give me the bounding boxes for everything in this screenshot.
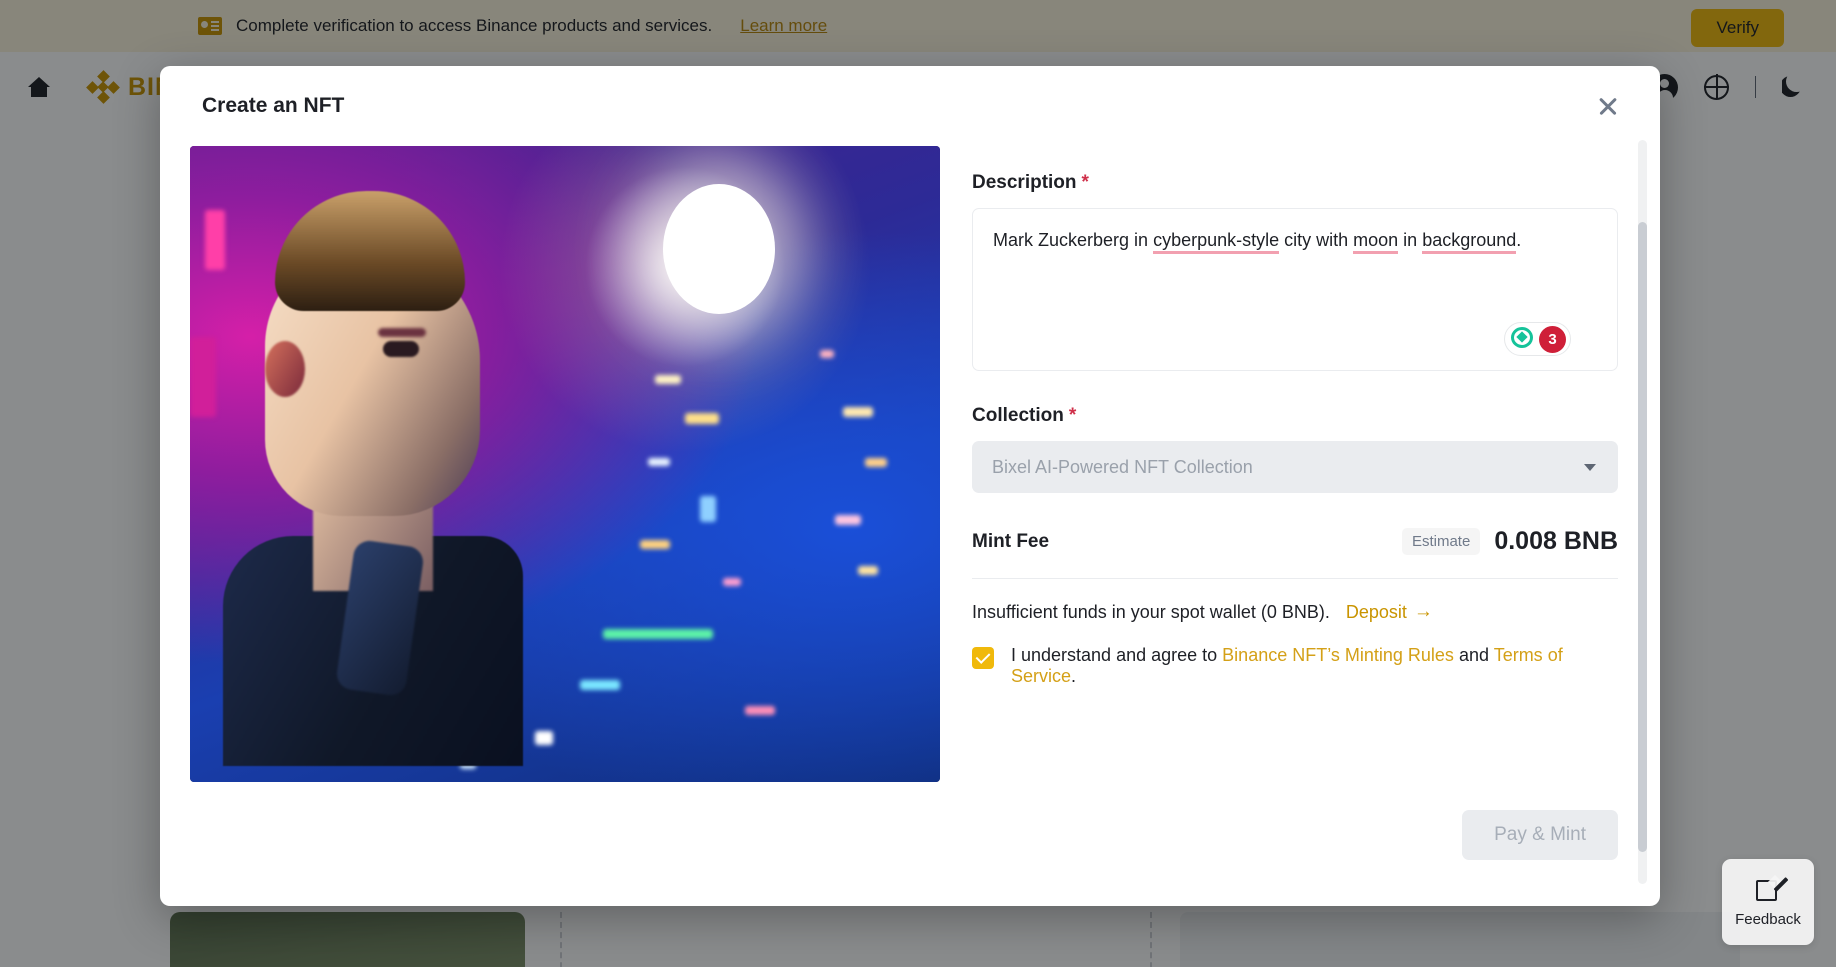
arrow-right-icon: → bbox=[1414, 601, 1433, 623]
collection-label: Collection * bbox=[972, 405, 1618, 427]
feedback-widget[interactable]: Feedback bbox=[1722, 859, 1814, 945]
nft-preview-image bbox=[190, 146, 940, 782]
modal-header: Create an NFT bbox=[160, 66, 1660, 146]
insufficient-funds-notice: Insufficient funds in your spot wallet (… bbox=[972, 601, 1618, 623]
description-part-flagged: cyberpunk-style bbox=[1153, 230, 1279, 254]
terms-agreement-row: I understand and agree to Binance NFT’s … bbox=[972, 645, 1618, 687]
terms-text: I understand and agree to Binance NFT’s … bbox=[1011, 645, 1618, 687]
description-part: . bbox=[1516, 230, 1521, 250]
edit-square-icon bbox=[1756, 877, 1781, 902]
grammarly-issue-count: 3 bbox=[1539, 326, 1566, 353]
description-part-flagged: background bbox=[1422, 230, 1516, 254]
modal-footer: Pay & Mint bbox=[1462, 810, 1618, 860]
estimate-tag: Estimate bbox=[1402, 528, 1480, 555]
description-part: city with bbox=[1279, 230, 1353, 250]
description-part-flagged: moon bbox=[1353, 230, 1398, 254]
terms-conjunction: and bbox=[1459, 645, 1489, 665]
insufficient-funds-text: Insufficient funds in your spot wallet (… bbox=[972, 602, 1330, 623]
chevron-down-icon bbox=[1584, 464, 1596, 471]
deposit-link[interactable]: Deposit bbox=[1346, 602, 1407, 623]
mint-fee-row: Mint Fee Estimate 0.008 BNB bbox=[972, 527, 1618, 579]
modal-scrollbar-thumb[interactable] bbox=[1638, 222, 1647, 852]
close-icon[interactable] bbox=[1592, 90, 1624, 122]
minting-rules-link[interactable]: Binance NFT’s Minting Rules bbox=[1222, 645, 1454, 665]
collection-required-marker: * bbox=[1069, 405, 1076, 427]
collection-selected-value: Bixel AI-Powered NFT Collection bbox=[992, 457, 1253, 478]
collection-label-text: Collection bbox=[972, 405, 1064, 427]
modal-body: Description * Mark Zuckerberg in cyberpu… bbox=[160, 146, 1660, 906]
grammarly-badge[interactable]: 3 bbox=[1504, 322, 1571, 356]
terms-prefix: I understand and agree to bbox=[1011, 645, 1217, 665]
description-part: Mark Zuckerberg in bbox=[993, 230, 1153, 250]
description-value: Mark Zuckerberg in cyberpunk-style city … bbox=[993, 227, 1597, 253]
modal-title: Create an NFT bbox=[202, 94, 344, 118]
nft-form: Description * Mark Zuckerberg in cyberpu… bbox=[972, 146, 1618, 906]
description-label: Description * bbox=[972, 172, 1618, 194]
pay-and-mint-button[interactable]: Pay & Mint bbox=[1462, 810, 1618, 860]
mint-fee-value: 0.008 BNB bbox=[1494, 527, 1618, 556]
terms-suffix: . bbox=[1071, 666, 1076, 686]
description-required-marker: * bbox=[1082, 172, 1089, 194]
description-part: in bbox=[1398, 230, 1422, 250]
modal-scrollbar-track[interactable] bbox=[1638, 140, 1647, 884]
nft-portrait bbox=[235, 191, 535, 751]
screen-root: Complete verification to access Binance … bbox=[0, 0, 1836, 967]
feedback-label: Feedback bbox=[1735, 911, 1801, 928]
terms-checkbox[interactable] bbox=[972, 647, 994, 669]
description-input[interactable]: Mark Zuckerberg in cyberpunk-style city … bbox=[972, 208, 1618, 371]
create-nft-modal: Create an NFT bbox=[160, 66, 1660, 906]
grammarly-lightbulb-icon bbox=[1509, 326, 1535, 352]
description-label-text: Description bbox=[972, 172, 1077, 194]
collection-select[interactable]: Bixel AI-Powered NFT Collection bbox=[972, 441, 1618, 493]
mint-fee-label: Mint Fee bbox=[972, 531, 1402, 553]
